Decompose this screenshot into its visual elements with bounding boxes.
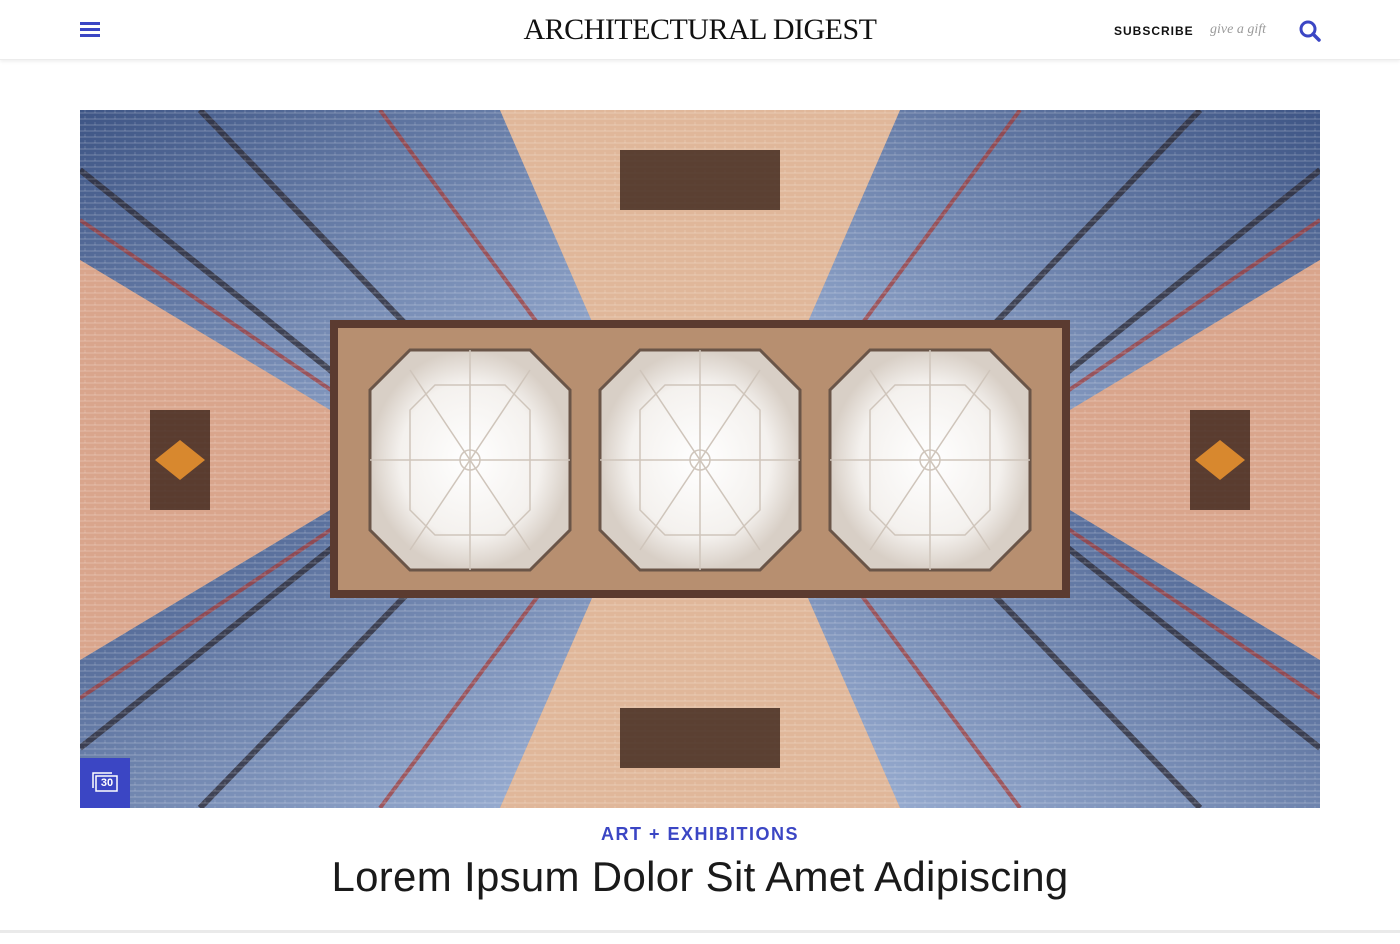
give-a-gift-link[interactable]: give a gift — [1210, 20, 1266, 40]
hero-image[interactable] — [80, 110, 1320, 808]
search-icon[interactable] — [1298, 19, 1322, 43]
atrium-ceiling-photo — [80, 110, 1320, 808]
hamburger-menu-icon[interactable] — [80, 20, 100, 40]
site-header: ARCHITECTURAL DIGEST SUBSCRIBE give a gi… — [0, 0, 1400, 60]
article-category-link[interactable]: ART + EXHIBITIONS — [400, 822, 1000, 846]
site-logo[interactable]: ARCHITECTURAL DIGEST — [500, 10, 900, 50]
article-title[interactable]: Lorem Ipsum Dolor Sit Amet Adipiscing — [200, 850, 1200, 904]
subscribe-link[interactable]: SUBSCRIBE — [1114, 22, 1194, 40]
gallery-count: 30 — [100, 777, 114, 789]
divider — [0, 930, 1400, 933]
gallery-count-badge[interactable]: 30 — [80, 758, 130, 808]
